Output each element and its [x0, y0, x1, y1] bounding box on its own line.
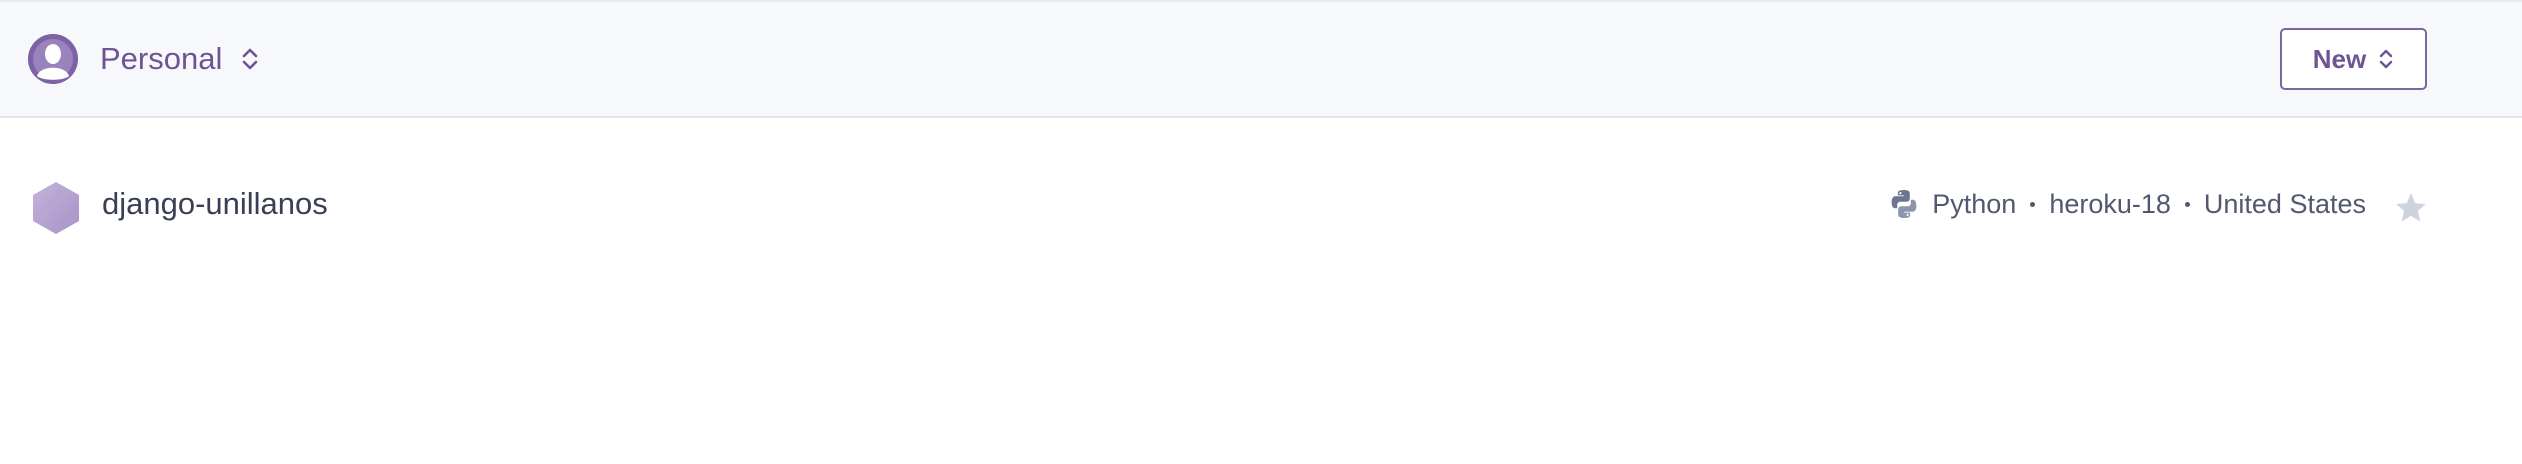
- app-name-link[interactable]: django-unillanos: [102, 186, 328, 222]
- app-stack: heroku-18: [2049, 188, 2171, 219]
- app-list-item[interactable]: django-unillanos Python heroku-18 United…: [0, 170, 2522, 244]
- new-button[interactable]: New: [2280, 28, 2427, 90]
- app-metadata: Python heroku-18 United States: [1888, 188, 2366, 220]
- separator-dot: [2030, 201, 2036, 207]
- top-bar: Personal New: [0, 0, 2522, 118]
- chevron-up-down-icon: [2378, 48, 2394, 70]
- python-icon: [1888, 188, 1920, 220]
- account-switcher[interactable]: Personal: [28, 32, 260, 86]
- app-language: Python: [1932, 188, 2017, 219]
- separator-dot: [2184, 201, 2190, 207]
- new-button-label: New: [2312, 43, 2367, 74]
- hexagon-app-icon: [30, 180, 82, 236]
- star-icon[interactable]: [2393, 190, 2429, 226]
- chevron-up-down-icon: [240, 46, 260, 72]
- app-region: United States: [2203, 188, 2366, 219]
- account-name: Personal: [100, 41, 223, 76]
- user-avatar-icon: [28, 34, 78, 84]
